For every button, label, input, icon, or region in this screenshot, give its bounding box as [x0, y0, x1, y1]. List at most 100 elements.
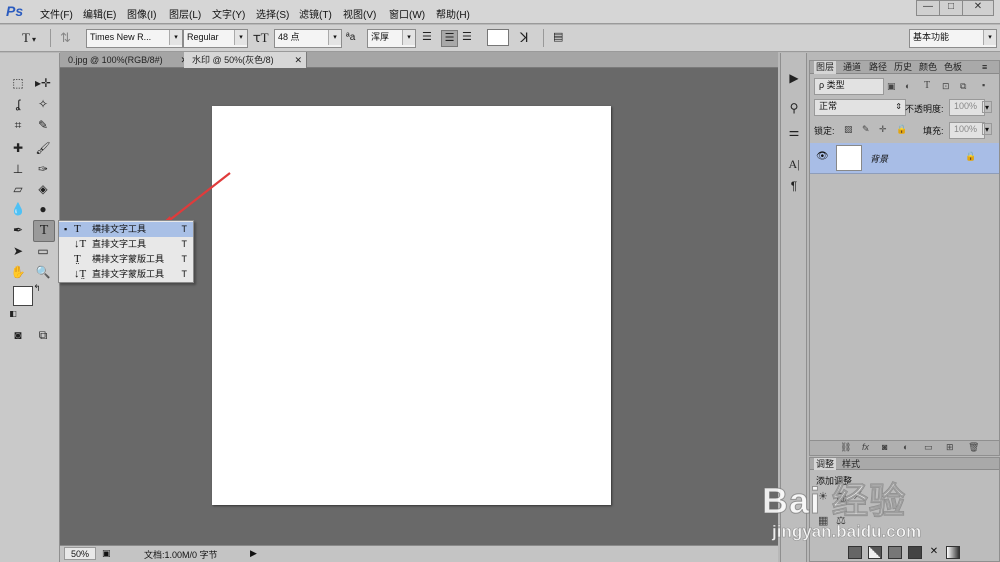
flyout-item-horizontal-type[interactable]: ▪ T 横排文字工具 T: [59, 222, 193, 237]
warp-text-icon[interactable]: ꓘ: [520, 30, 529, 45]
tab-history[interactable]: 历史: [892, 61, 914, 74]
font-style-select[interactable]: Regular ▾: [183, 29, 248, 48]
history-brush-tool-icon[interactable]: ✑: [33, 159, 53, 179]
default-colors-icon[interactable]: ◧: [6, 307, 20, 321]
close-icon[interactable]: ✕: [294, 52, 302, 68]
zoom-field[interactable]: 50%: [64, 547, 96, 560]
flyout-item-vertical-type-mask[interactable]: ↓T̤ 直排文字蒙版工具 T: [59, 267, 193, 282]
tab-layers[interactable]: 图层: [814, 61, 837, 74]
move-tool-icon[interactable]: ▸✛: [33, 73, 53, 93]
quick-mask-icon[interactable]: ◙: [8, 325, 28, 345]
new-adjustment-icon[interactable]: ◐: [903, 442, 908, 452]
align-left-icon[interactable]: ☰: [422, 30, 432, 45]
separator: [50, 29, 51, 47]
character-panel-icon[interactable]: ▤: [553, 30, 563, 45]
filter-shape-icon[interactable]: ⊡: [942, 81, 950, 92]
close-button[interactable]: ✕: [962, 0, 994, 16]
character-icon[interactable]: A|: [785, 155, 803, 173]
workspace-select[interactable]: 基本功能 ▾: [909, 29, 997, 48]
status-bar: 50% ▣ 文档:1.00M/0 字节 ▶: [60, 545, 778, 562]
filter-type-icon[interactable]: T: [924, 80, 930, 91]
filter-smart-object-icon[interactable]: ⧉: [960, 81, 966, 92]
lock-position-icon[interactable]: ✛: [879, 124, 887, 135]
rectangle-tool-icon[interactable]: ▭: [33, 241, 53, 261]
text-color-swatch[interactable]: [487, 29, 509, 46]
restore-button[interactable]: □: [939, 0, 963, 16]
fx-icon[interactable]: fx: [862, 442, 869, 452]
lock-transparency-icon[interactable]: ▨: [844, 124, 853, 135]
path-selection-tool-icon[interactable]: ➤: [8, 241, 28, 261]
filter-toggle-icon[interactable]: ▪: [982, 80, 985, 90]
menu-help[interactable]: 帮助(H): [436, 6, 470, 21]
layer-filter-select[interactable]: ρ 类型: [814, 78, 884, 95]
lasso-tool-icon[interactable]: ʆ: [8, 94, 28, 114]
tab-swatches[interactable]: 色板: [942, 61, 964, 74]
minimize-button[interactable]: —: [916, 0, 940, 16]
paragraph-icon[interactable]: ¶: [785, 177, 803, 195]
flyout-item-vertical-type[interactable]: ↓T 直排文字工具 T: [59, 237, 193, 252]
visibility-eye-icon[interactable]: 👁: [816, 151, 829, 162]
zoom-tool-icon[interactable]: 🔍: [33, 262, 53, 282]
align-right-icon[interactable]: ☰: [462, 30, 472, 45]
layer-name[interactable]: 背景: [870, 152, 888, 165]
panel-menu-icon[interactable]: ≡: [982, 62, 987, 72]
opacity-field[interactable]: 100%: [949, 99, 985, 116]
menu-image[interactable]: 图像(I): [127, 6, 156, 21]
flyout-label: 横排文字工具: [92, 224, 147, 234]
tab-color[interactable]: 颜色: [917, 61, 939, 74]
menu-select[interactable]: 选择(S): [256, 6, 289, 21]
clone-stamp-tool-icon[interactable]: ⊥: [8, 159, 28, 179]
font-size-field[interactable]: 48 点 ▾: [274, 29, 342, 48]
brush-preset-icon[interactable]: ⚲: [785, 99, 803, 117]
menu-view[interactable]: 视图(V): [343, 6, 376, 21]
play-icon[interactable]: ▶: [785, 69, 803, 87]
lock-all-icon[interactable]: 🔒: [896, 124, 907, 135]
opacity-slider-icon[interactable]: ▾: [982, 101, 992, 113]
menu-window[interactable]: 窗口(W): [389, 6, 425, 21]
paint-bucket-tool-icon[interactable]: ◈: [33, 179, 53, 199]
screen-mode-icon[interactable]: ⧉: [33, 325, 53, 345]
menu-file[interactable]: 文件(F): [40, 6, 73, 21]
fill-field[interactable]: 100%: [949, 122, 985, 139]
pen-tool-icon[interactable]: ✒: [8, 220, 28, 240]
add-mask-icon[interactable]: ◙: [882, 442, 887, 452]
blend-mode-select[interactable]: 正常 ⇕: [814, 99, 906, 116]
tab-document-0[interactable]: 0.jpg @ 100%(RGB/8#) ✕: [60, 52, 193, 68]
type-tool-icon[interactable]: T: [33, 220, 55, 242]
lock-pixels-icon[interactable]: ✎: [862, 124, 870, 135]
menu-layer[interactable]: 图层(L): [169, 6, 201, 21]
adjust-sliders-icon[interactable]: ⚌: [785, 123, 803, 141]
swap-colors-icon[interactable]: ↰: [30, 281, 44, 295]
antialias-select[interactable]: 浑厚 ▾: [367, 29, 416, 48]
filter-pixel-icon[interactable]: ▣: [887, 81, 896, 92]
hand-tool-icon[interactable]: ✋: [8, 262, 28, 282]
menu-type[interactable]: 文字(Y): [212, 6, 245, 21]
blur-tool-icon[interactable]: 💧: [8, 199, 28, 219]
align-center-icon[interactable]: ☰: [441, 30, 458, 47]
brush-tool-icon[interactable]: 🖌: [33, 138, 53, 158]
font-family-value: Times New R...: [90, 32, 152, 42]
dodge-tool-icon[interactable]: ●: [33, 199, 53, 219]
flyout-item-horizontal-type-mask[interactable]: T̤ 横排文字蒙版工具 T: [59, 252, 193, 267]
tab-channels[interactable]: 通道: [841, 61, 863, 74]
tab-document-watermark[interactable]: 水印 @ 50%(灰色/8) ✕: [184, 52, 307, 68]
tab-paths[interactable]: 路径: [867, 61, 889, 74]
healing-brush-tool-icon[interactable]: ✚: [8, 138, 28, 158]
horizontal-type-mask-icon: T̤: [74, 253, 81, 265]
toggle-orientation-icon[interactable]: ⇅: [60, 30, 71, 45]
font-family-select[interactable]: Times New R... ▾: [86, 29, 183, 48]
filter-adjustment-icon[interactable]: ◐: [905, 81, 910, 91]
quick-select-tool-icon[interactable]: ✧: [33, 94, 53, 114]
eyedropper-tool-icon[interactable]: ✎: [33, 115, 53, 135]
marquee-tool-icon[interactable]: ⬚: [8, 73, 28, 93]
delete-layer-icon[interactable]: 🗑: [968, 442, 979, 453]
eraser-tool-icon[interactable]: ▱: [8, 179, 28, 199]
fill-slider-icon[interactable]: ▾: [982, 123, 992, 135]
layer-row-background[interactable]: 👁 背景 🔒: [810, 143, 999, 174]
status-menu-arrow-icon[interactable]: ▶: [250, 548, 257, 559]
type-tool-preset-icon[interactable]: T ▾: [22, 30, 36, 47]
menu-filter[interactable]: 滤镜(T): [299, 6, 332, 21]
crop-tool-icon[interactable]: ⌗: [8, 115, 28, 135]
document-canvas[interactable]: [212, 106, 611, 505]
menu-edit[interactable]: 编辑(E): [83, 6, 116, 21]
